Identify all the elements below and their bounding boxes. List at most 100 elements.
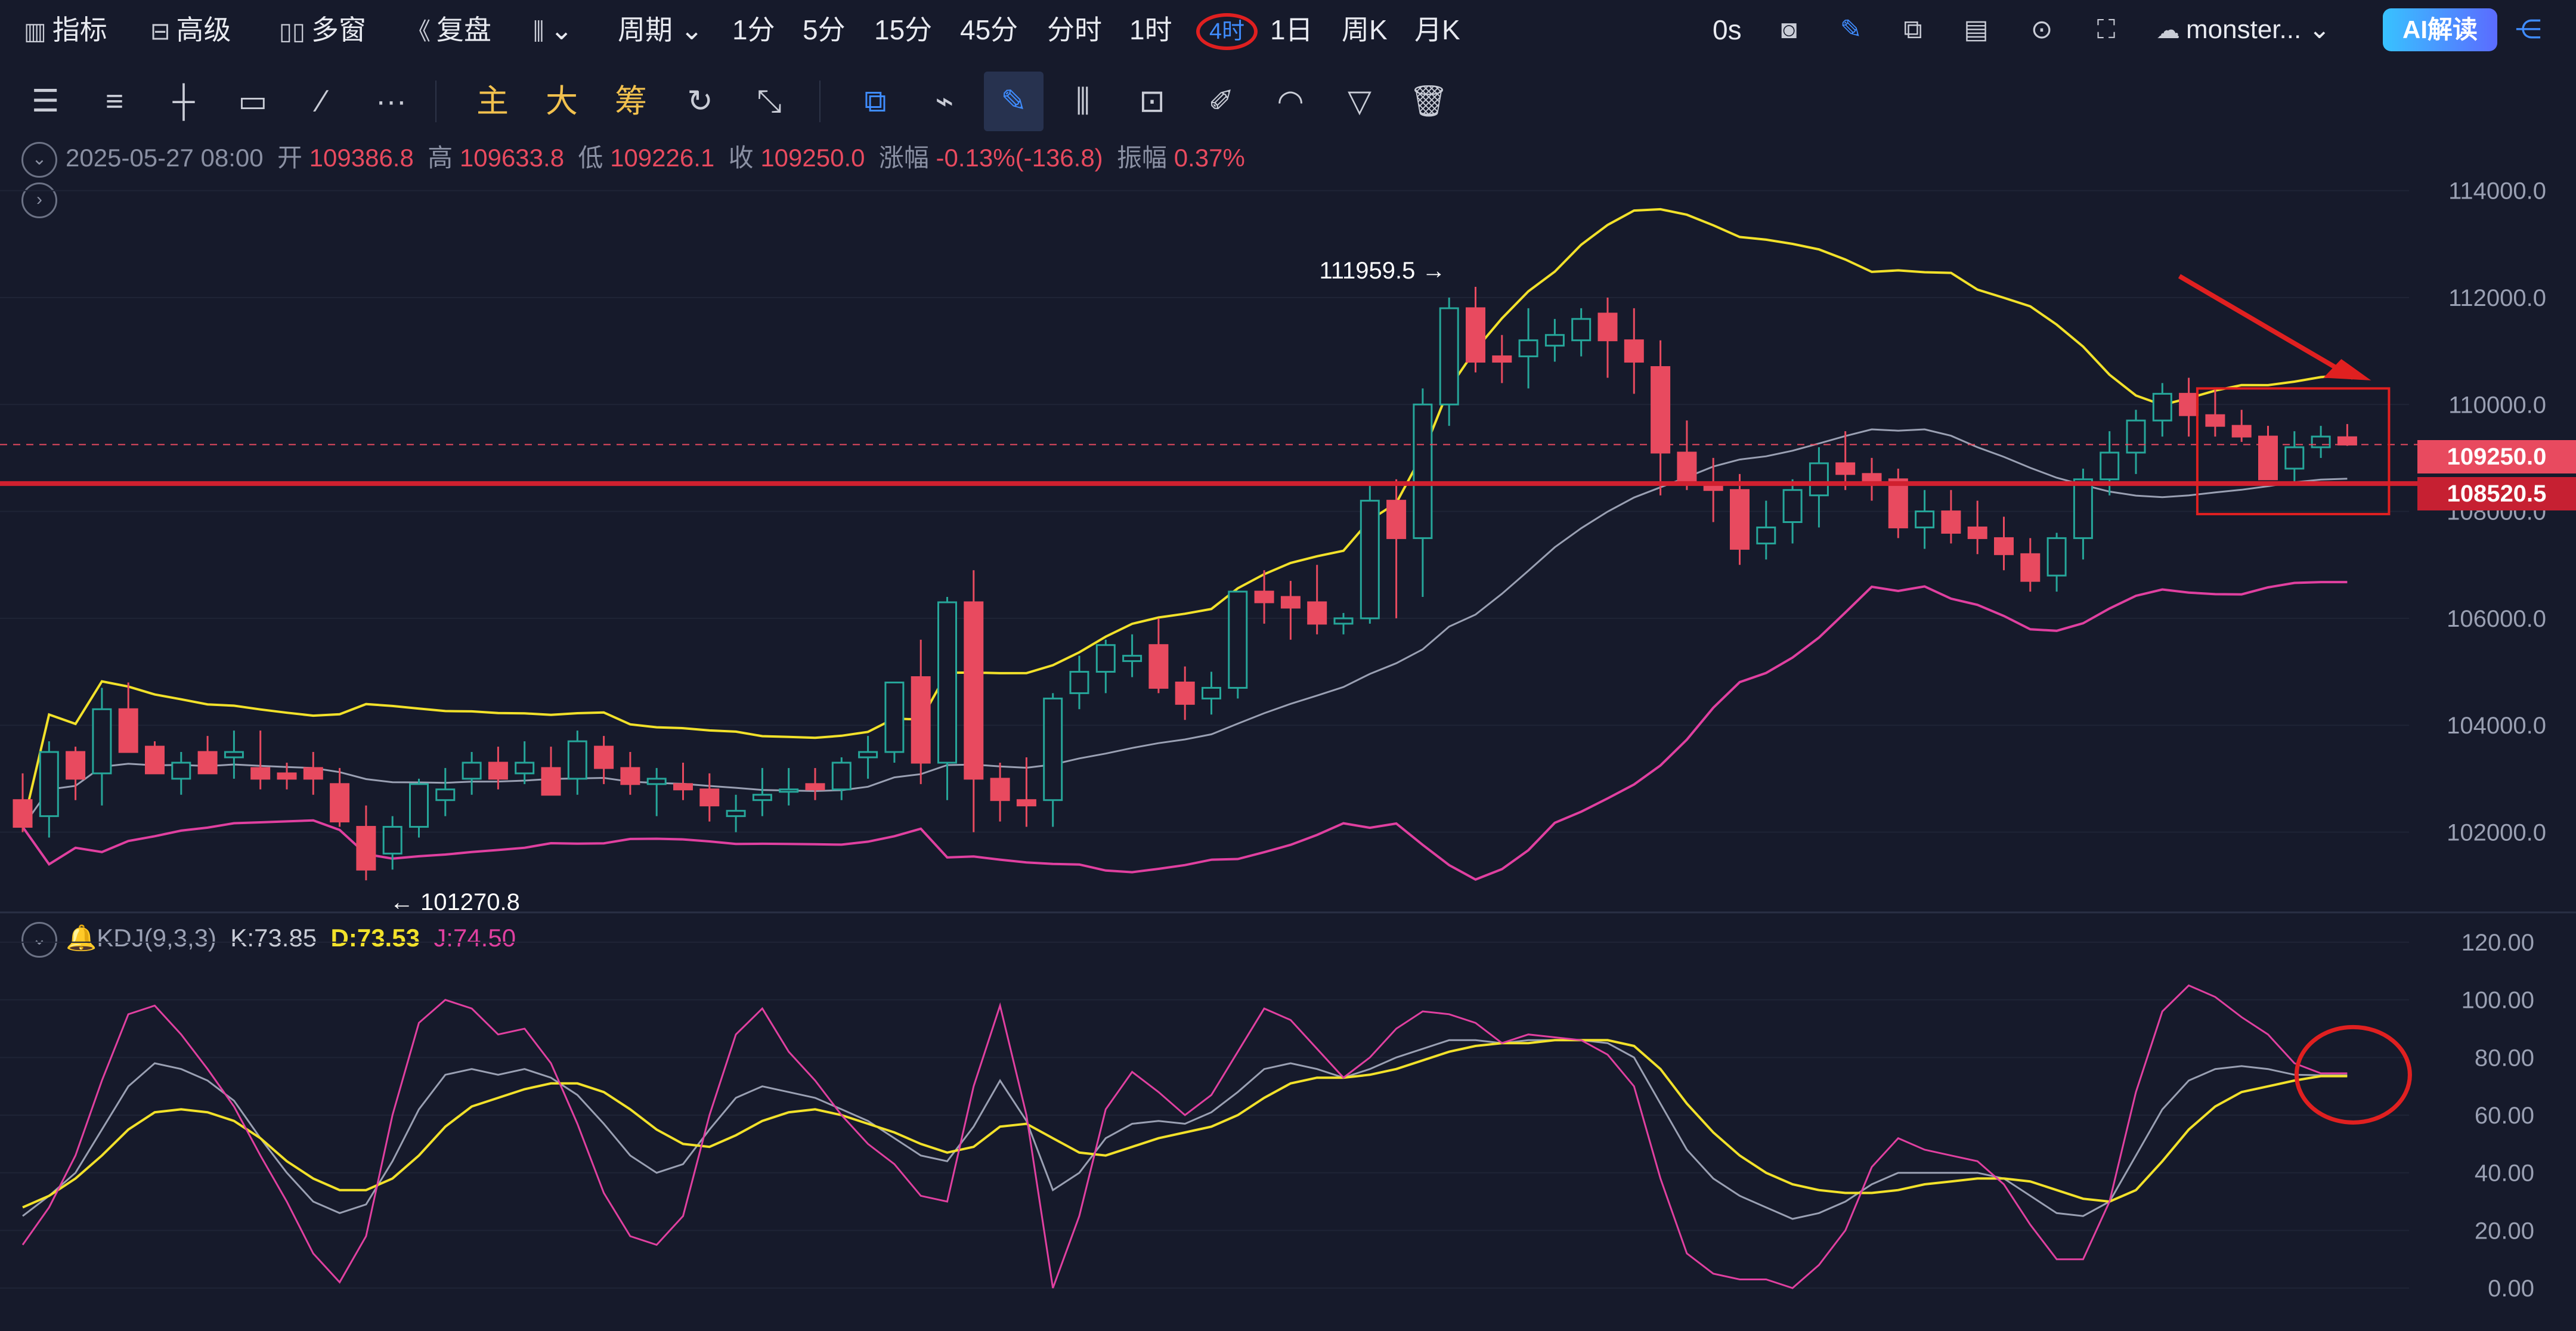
candle-body bbox=[1228, 590, 1248, 689]
candle-body bbox=[699, 788, 720, 807]
candle-body bbox=[1202, 686, 1221, 699]
candle-body bbox=[1043, 697, 1063, 801]
candle-body bbox=[39, 751, 59, 818]
arrow-shaft bbox=[2178, 274, 2355, 380]
price-tick-label: 110000.0 bbox=[2448, 392, 2546, 418]
candle-body bbox=[1280, 596, 1301, 609]
candle-body bbox=[1915, 510, 1935, 528]
kdj-lines bbox=[21, 984, 2348, 1289]
grid bbox=[0, 190, 2576, 1289]
price-tick-label: 106000.0 bbox=[2447, 606, 2546, 632]
candle-body bbox=[145, 745, 165, 775]
price-tick-label: 114000.0 bbox=[2448, 178, 2546, 205]
kdj-axis: 120.00 100.00 80.00 60.00 40.00 20.00 0.00 bbox=[2462, 930, 2534, 1302]
candle-body bbox=[541, 767, 561, 796]
candle-body bbox=[831, 762, 852, 791]
candle-body bbox=[937, 601, 957, 764]
candle-body bbox=[2179, 392, 2199, 416]
candle-body bbox=[567, 740, 587, 780]
kdj-tick-label: 100.00 bbox=[2462, 988, 2534, 1014]
candle-body bbox=[382, 826, 402, 855]
candle-body bbox=[620, 767, 640, 785]
candle-body bbox=[1967, 526, 1987, 539]
candle-body bbox=[2231, 425, 2252, 438]
candle-body bbox=[2284, 446, 2305, 470]
candle-body bbox=[1809, 462, 1829, 497]
candle-body bbox=[1254, 590, 1274, 603]
kdj-tick-label: 40.00 bbox=[2475, 1160, 2534, 1187]
candle-body bbox=[752, 794, 772, 801]
candle-body bbox=[2126, 419, 2146, 454]
candle-body bbox=[66, 751, 86, 780]
boll-middle-line bbox=[21, 428, 2348, 828]
candle-body bbox=[197, 751, 218, 775]
candle-body bbox=[779, 788, 799, 793]
candle-body bbox=[1756, 526, 1776, 544]
price-tick-label: 112000.0 bbox=[2448, 285, 2546, 311]
candle-body bbox=[2337, 436, 2357, 446]
candle-body bbox=[224, 751, 244, 759]
candle-body bbox=[1069, 671, 1089, 694]
candle-body bbox=[2258, 435, 2278, 481]
candle-body bbox=[2152, 392, 2172, 422]
candle-body bbox=[462, 762, 482, 780]
candle-body bbox=[1544, 334, 1565, 347]
low-annotation: ← 101270.8 bbox=[390, 889, 520, 915]
price-tick-label: 102000.0 bbox=[2447, 820, 2546, 846]
candle-body bbox=[1888, 478, 1908, 528]
kdj-k-line bbox=[22, 1039, 2348, 1220]
candle-body bbox=[1651, 366, 1671, 454]
candle-body bbox=[1439, 307, 1459, 406]
kdj-tick-label: 60.00 bbox=[2475, 1103, 2534, 1129]
candle-body bbox=[1571, 318, 1592, 342]
candle-body bbox=[2205, 414, 2225, 427]
candle-body bbox=[1148, 644, 1169, 689]
candle-body bbox=[805, 783, 825, 791]
candle-body bbox=[726, 810, 746, 818]
kdj-tick-label: 20.00 bbox=[2475, 1218, 2534, 1244]
candle-body bbox=[2311, 435, 2331, 448]
candle-body bbox=[435, 788, 456, 801]
candle-body bbox=[1016, 799, 1036, 807]
candle-body bbox=[858, 751, 878, 759]
candle-body bbox=[911, 676, 931, 764]
candle-body bbox=[1122, 655, 1143, 663]
candle-body bbox=[2020, 553, 2041, 582]
candle-body bbox=[92, 708, 112, 775]
boll-upper-line bbox=[21, 208, 2348, 828]
candle-body bbox=[1782, 489, 1803, 524]
candle-body bbox=[1413, 403, 1433, 539]
candle-body bbox=[1835, 462, 1856, 475]
candle-body bbox=[1095, 644, 1116, 673]
price-tick-label: 104000.0 bbox=[2447, 713, 2546, 739]
candle-body bbox=[13, 799, 33, 828]
candle-body bbox=[171, 762, 191, 780]
candle-body bbox=[303, 767, 323, 780]
candle-body bbox=[594, 745, 614, 769]
candle-body bbox=[356, 826, 376, 871]
kdj-j-line bbox=[21, 984, 2348, 1289]
candle-body bbox=[1386, 500, 1407, 539]
candle-body bbox=[1466, 307, 1485, 363]
candle-body bbox=[1175, 681, 1195, 705]
marked-price-tag: 108520.5 bbox=[2417, 477, 2576, 510]
candle-body bbox=[1624, 339, 1644, 363]
candle-body bbox=[1307, 601, 1327, 625]
candle-body bbox=[964, 601, 984, 780]
price-axis: 114000.0112000.0110000.0108000.0106000.0… bbox=[2447, 178, 2546, 846]
candle-body bbox=[2046, 537, 2067, 577]
candle-body bbox=[488, 762, 508, 780]
candle-body bbox=[2073, 478, 2093, 539]
kdj-tick-label: 0.00 bbox=[2488, 1276, 2534, 1302]
candle-body bbox=[118, 708, 138, 753]
candle-body bbox=[2100, 451, 2120, 481]
candle-body bbox=[1941, 510, 1961, 534]
kdj-tick-label: 120.00 bbox=[2462, 930, 2534, 956]
candle-body bbox=[1333, 617, 1354, 625]
price-chart[interactable]: 114000.0112000.0110000.0108000.0106000.0… bbox=[0, 0, 2576, 1331]
candles bbox=[13, 287, 2357, 881]
candle-body bbox=[1994, 537, 2014, 555]
candle-body bbox=[1360, 500, 1380, 620]
candle-body bbox=[884, 681, 905, 753]
candle-body bbox=[990, 778, 1010, 801]
